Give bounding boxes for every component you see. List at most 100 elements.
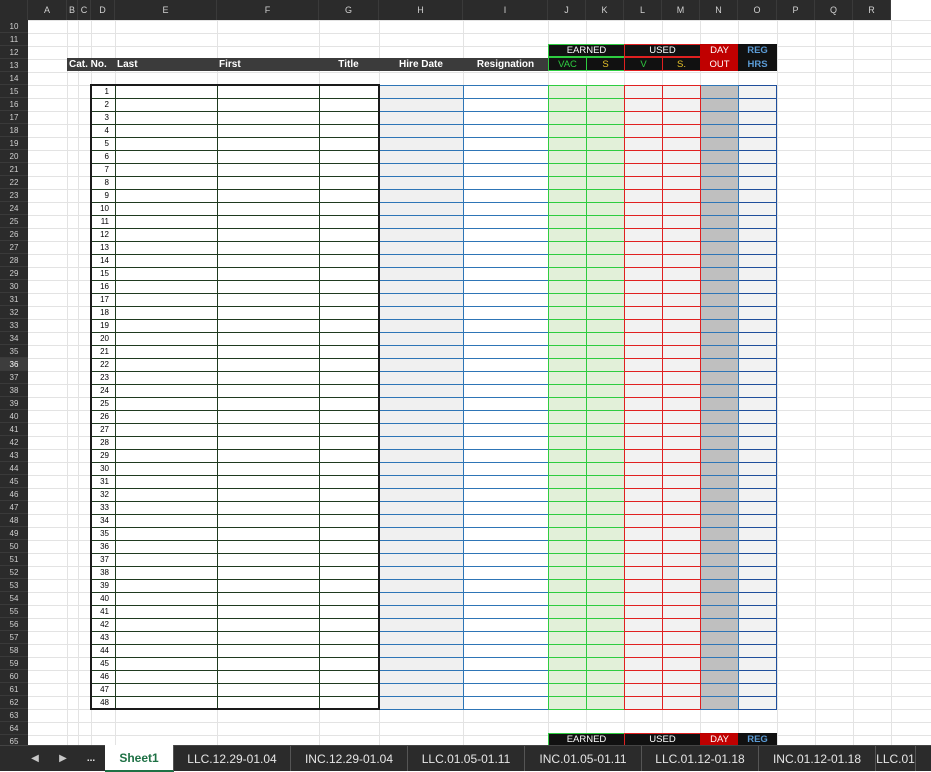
entry-number: 13	[100, 243, 109, 252]
header-hire-date: Hire Date	[399, 59, 443, 70]
column-header-g: G	[319, 0, 379, 20]
table-row-line	[700, 241, 739, 242]
row-header-40: 40	[0, 410, 28, 423]
table-row-line	[700, 488, 739, 489]
entry-number: 6	[104, 152, 109, 161]
header-first: First	[219, 59, 241, 70]
entry-number: 12	[100, 230, 109, 239]
day-header: DAY	[700, 44, 739, 57]
gridline-h	[28, 722, 931, 723]
row-header-52: 52	[0, 566, 28, 579]
entry-number: 37	[100, 555, 109, 564]
table-row-line	[700, 228, 739, 229]
row-header-42: 42	[0, 436, 28, 449]
entry-number: 30	[100, 464, 109, 473]
table-row-line	[738, 631, 777, 632]
lower-used-header: USED	[624, 733, 701, 745]
row-header-59: 59	[0, 657, 28, 670]
entry-number: 39	[100, 581, 109, 590]
sheet-tab[interactable]: LLC.01.05-01.11	[408, 746, 525, 771]
column-header-o: O	[738, 0, 777, 20]
row-header-21: 21	[0, 163, 28, 176]
row-header-24: 24	[0, 202, 28, 215]
table-row-line	[700, 293, 739, 294]
column-header-d: D	[91, 0, 115, 20]
table-row-line	[700, 124, 739, 125]
table-row-line	[738, 566, 777, 567]
table-row-line	[738, 670, 777, 671]
sheet-tab[interactable]: LLC.01	[876, 746, 916, 771]
table-row-line	[700, 592, 739, 593]
table-row-line	[738, 124, 777, 125]
vac-header: VAC	[548, 57, 587, 71]
row-header-28: 28	[0, 254, 28, 267]
table-row-line	[700, 423, 739, 424]
next-sheet-button[interactable]: ▶	[50, 746, 76, 771]
header-resignation: Resignation	[476, 59, 535, 70]
header-last: Last	[117, 59, 138, 70]
table-row-line	[700, 709, 739, 710]
header-title: Title	[338, 59, 359, 70]
row-header-55: 55	[0, 605, 28, 618]
row-header-15: 15	[0, 85, 28, 98]
column-header-f: F	[217, 0, 319, 20]
entry-number: 14	[100, 256, 109, 265]
select-all-corner[interactable]	[0, 0, 28, 20]
table-row-line	[700, 384, 739, 385]
row-header-33: 33	[0, 319, 28, 332]
table-row-line	[700, 579, 739, 580]
table-row-line	[738, 683, 777, 684]
table-row-line	[700, 527, 739, 528]
table-row-line	[738, 306, 777, 307]
entry-number: 38	[100, 568, 109, 577]
lower-reg-header: REG	[738, 733, 777, 745]
entry-number: 47	[100, 685, 109, 694]
row-header-27: 27	[0, 241, 28, 254]
column-header-m: M	[662, 0, 700, 20]
sheet-tab[interactable]: LLC.12.29-01.04	[174, 746, 291, 771]
table-row-line	[700, 475, 739, 476]
table-row-line	[700, 462, 739, 463]
sheet-tab[interactable]: INC.01.05-01.11	[525, 746, 642, 771]
sheet-tab[interactable]: LLC.01.12-01.18	[642, 746, 759, 771]
table-row-line	[738, 332, 777, 333]
column-header-b: B	[67, 0, 78, 20]
row-header-50: 50	[0, 540, 28, 553]
table-row-line	[700, 605, 739, 606]
entry-number: 31	[100, 477, 109, 486]
entry-number: 33	[100, 503, 109, 512]
table-col-line	[662, 85, 663, 709]
gridline-v	[853, 20, 854, 745]
sheet-tab[interactable]: INC.12.29-01.04	[291, 746, 408, 771]
table-row-line	[700, 163, 739, 164]
table-row-line	[738, 241, 777, 242]
column-header-a: A	[28, 0, 67, 20]
name-block-border	[90, 84, 380, 710]
row-header-43: 43	[0, 449, 28, 462]
row-header-18: 18	[0, 124, 28, 137]
row-header-64: 64	[0, 722, 28, 735]
more-sheets-button[interactable]: ...	[78, 746, 104, 771]
entry-number: 15	[100, 269, 109, 278]
row-header-56: 56	[0, 618, 28, 631]
column-header-c: C	[78, 0, 91, 20]
table-row-line	[700, 202, 739, 203]
entry-number: 17	[100, 295, 109, 304]
table-row-line	[738, 189, 777, 190]
table-row-line	[700, 436, 739, 437]
entry-number: 34	[100, 516, 109, 525]
sheet-tab[interactable]: INC.01.12-01.18	[759, 746, 876, 771]
table-row-line	[700, 644, 739, 645]
row-header-46: 46	[0, 488, 28, 501]
row-header-17: 17	[0, 111, 28, 124]
entry-number: 46	[100, 672, 109, 681]
header-cat-no: Cat. No.	[69, 59, 107, 70]
sheet-tab[interactable]: Sheet1	[105, 745, 174, 772]
spreadsheet-grid[interactable]: ABCDEFGHIJKLMNOPQR 10 11 12 13 14 15 16 17 18 19 2…	[0, 0, 931, 745]
table-row-line	[700, 85, 739, 86]
table-row-line	[738, 384, 777, 385]
column-header-j: J	[548, 0, 586, 20]
row-header-39: 39	[0, 397, 28, 410]
prev-sheet-button[interactable]: ◀	[22, 746, 48, 771]
row-header-63: 63	[0, 709, 28, 722]
